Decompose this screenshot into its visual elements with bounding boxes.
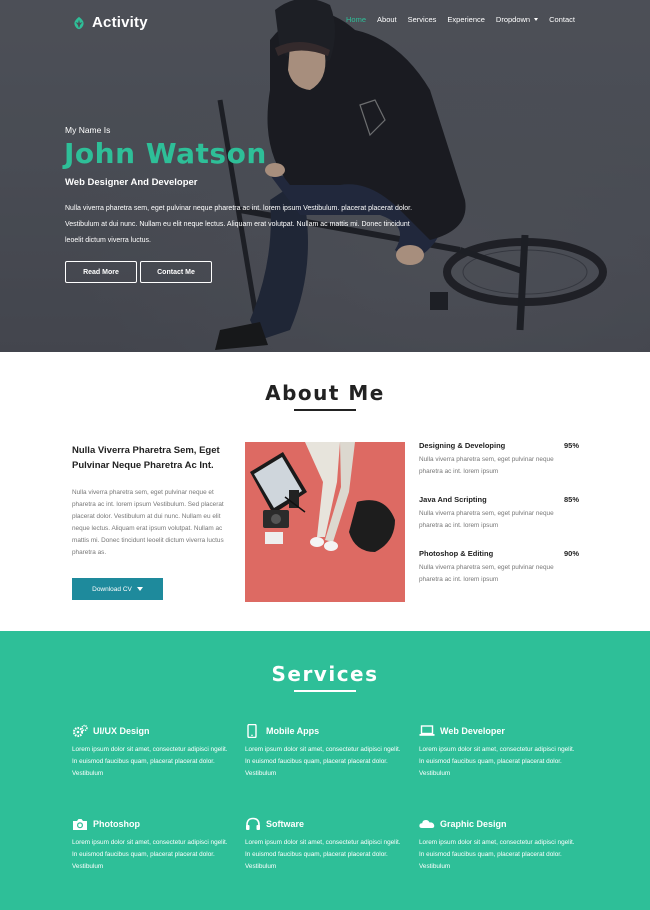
about-heading: Nulla Viverra Pharetra Sem, Eget Pulvina… xyxy=(72,445,220,471)
about-title-underline xyxy=(294,409,356,411)
service-text: Lorem ipsum dolor sit amet, consectetur … xyxy=(245,746,401,777)
hero-intro: My Name Is xyxy=(65,125,111,135)
nav-dropdown-label: Dropdown xyxy=(495,15,531,24)
service-text: Lorem ipsum dolor sit amet, consectetur … xyxy=(72,839,228,870)
download-icon xyxy=(136,587,143,591)
service-title: Photoshop xyxy=(93,819,140,829)
hero-role: Web Designer And Developer xyxy=(65,177,198,188)
navbar: Activity Home About Services Experience … xyxy=(0,0,650,44)
skill-percent: 85% xyxy=(563,495,579,504)
rebel-logo-icon xyxy=(74,16,84,29)
skill-name: Designing & Developing xyxy=(419,441,506,450)
service-item-software: Software Lorem ipsum dolor sit amet, con… xyxy=(245,817,405,873)
skill-description: Nulla viverra pharetra sem, eget pulvina… xyxy=(419,564,554,583)
nav-item-services[interactable]: Services xyxy=(408,15,437,24)
skill-description: Nulla viverra pharetra sem, eget pulvina… xyxy=(419,456,554,475)
skill-description: Nulla viverra pharetra sem, eget pulvina… xyxy=(419,510,554,529)
service-text: Lorem ipsum dolor sit amet, consectetur … xyxy=(72,746,228,777)
hero-description: Nulla viverra pharetra sem, eget pulvina… xyxy=(65,205,413,244)
main-nav: Home About Services Experience Dropdown … xyxy=(346,15,575,24)
nav-item-home[interactable]: Home xyxy=(346,15,366,24)
gears-icon xyxy=(72,724,88,738)
chevron-down-icon xyxy=(534,18,539,21)
service-title: Software xyxy=(266,819,305,829)
download-cv-label: Download CV xyxy=(92,585,132,593)
skill-item: Designing & Developing 95% Nulla viverra… xyxy=(419,441,579,478)
about-title: About Me xyxy=(265,381,385,405)
nav-item-contact[interactable]: Contact xyxy=(549,15,575,24)
service-title: Mobile Apps xyxy=(266,726,320,736)
nav-item-about[interactable]: About xyxy=(377,15,397,24)
skill-percent: 90% xyxy=(563,549,579,558)
hero-name: John Watson xyxy=(64,137,267,170)
service-item-photoshop: Photoshop Lorem ipsum dolor sit amet, co… xyxy=(72,817,232,873)
contact-me-button[interactable]: Contact Me xyxy=(140,261,212,283)
service-item-web-developer: Web Developer Lorem ipsum dolor sit amet… xyxy=(419,724,579,780)
service-text: Lorem ipsum dolor sit amet, consectetur … xyxy=(419,839,575,870)
nav-item-dropdown[interactable]: Dropdown xyxy=(495,15,539,24)
skill-item: Java And Scripting 85% Nulla viverra pha… xyxy=(419,495,579,532)
service-item-mobile-apps: Mobile Apps Lorem ipsum dolor sit amet, … xyxy=(245,724,405,780)
service-item-graphic-design: Graphic Design Lorem ipsum dolor sit ame… xyxy=(419,817,579,873)
services-title-underline xyxy=(294,690,356,692)
services-title: Services xyxy=(271,662,379,686)
about-text: Nulla viverra pharetra sem, eget pulvina… xyxy=(72,489,224,556)
read-more-button[interactable]: Read More xyxy=(65,261,137,283)
logo-text: Activity xyxy=(92,14,148,31)
mobile-icon xyxy=(247,724,257,738)
download-cv-button[interactable]: Download CV xyxy=(72,578,163,600)
headphones-icon xyxy=(246,817,260,830)
skill-name: Java And Scripting xyxy=(419,495,487,504)
services-section: Services UI/UX Design Lorem ipsum dolor … xyxy=(0,631,650,910)
hero-section: Activity Home About Services Experience … xyxy=(0,0,650,352)
service-title: UI/UX Design xyxy=(93,726,150,736)
hero-buttons: Read More Contact Me xyxy=(65,261,212,283)
about-photo xyxy=(245,442,405,602)
service-title: Graphic Design xyxy=(440,819,507,829)
skill-item: Photoshop & Editing 90% Nulla viverra ph… xyxy=(419,549,579,586)
laptop-icon xyxy=(419,725,435,736)
service-text: Lorem ipsum dolor sit amet, consectetur … xyxy=(419,746,575,777)
service-title: Web Developer xyxy=(440,726,505,736)
skill-percent: 95% xyxy=(563,441,579,450)
logo[interactable]: Activity xyxy=(72,14,148,31)
skills-list: Designing & Developing 95% Nulla viverra… xyxy=(419,441,579,603)
service-item-uiux: UI/UX Design Lorem ipsum dolor sit amet,… xyxy=(72,724,232,780)
skill-name: Photoshop & Editing xyxy=(419,549,494,558)
service-text: Lorem ipsum dolor sit amet, consectetur … xyxy=(245,839,401,870)
hero-overlay xyxy=(0,0,650,352)
nav-item-experience[interactable]: Experience xyxy=(447,15,485,24)
cloud-icon xyxy=(419,820,435,828)
camera-icon xyxy=(73,819,87,830)
